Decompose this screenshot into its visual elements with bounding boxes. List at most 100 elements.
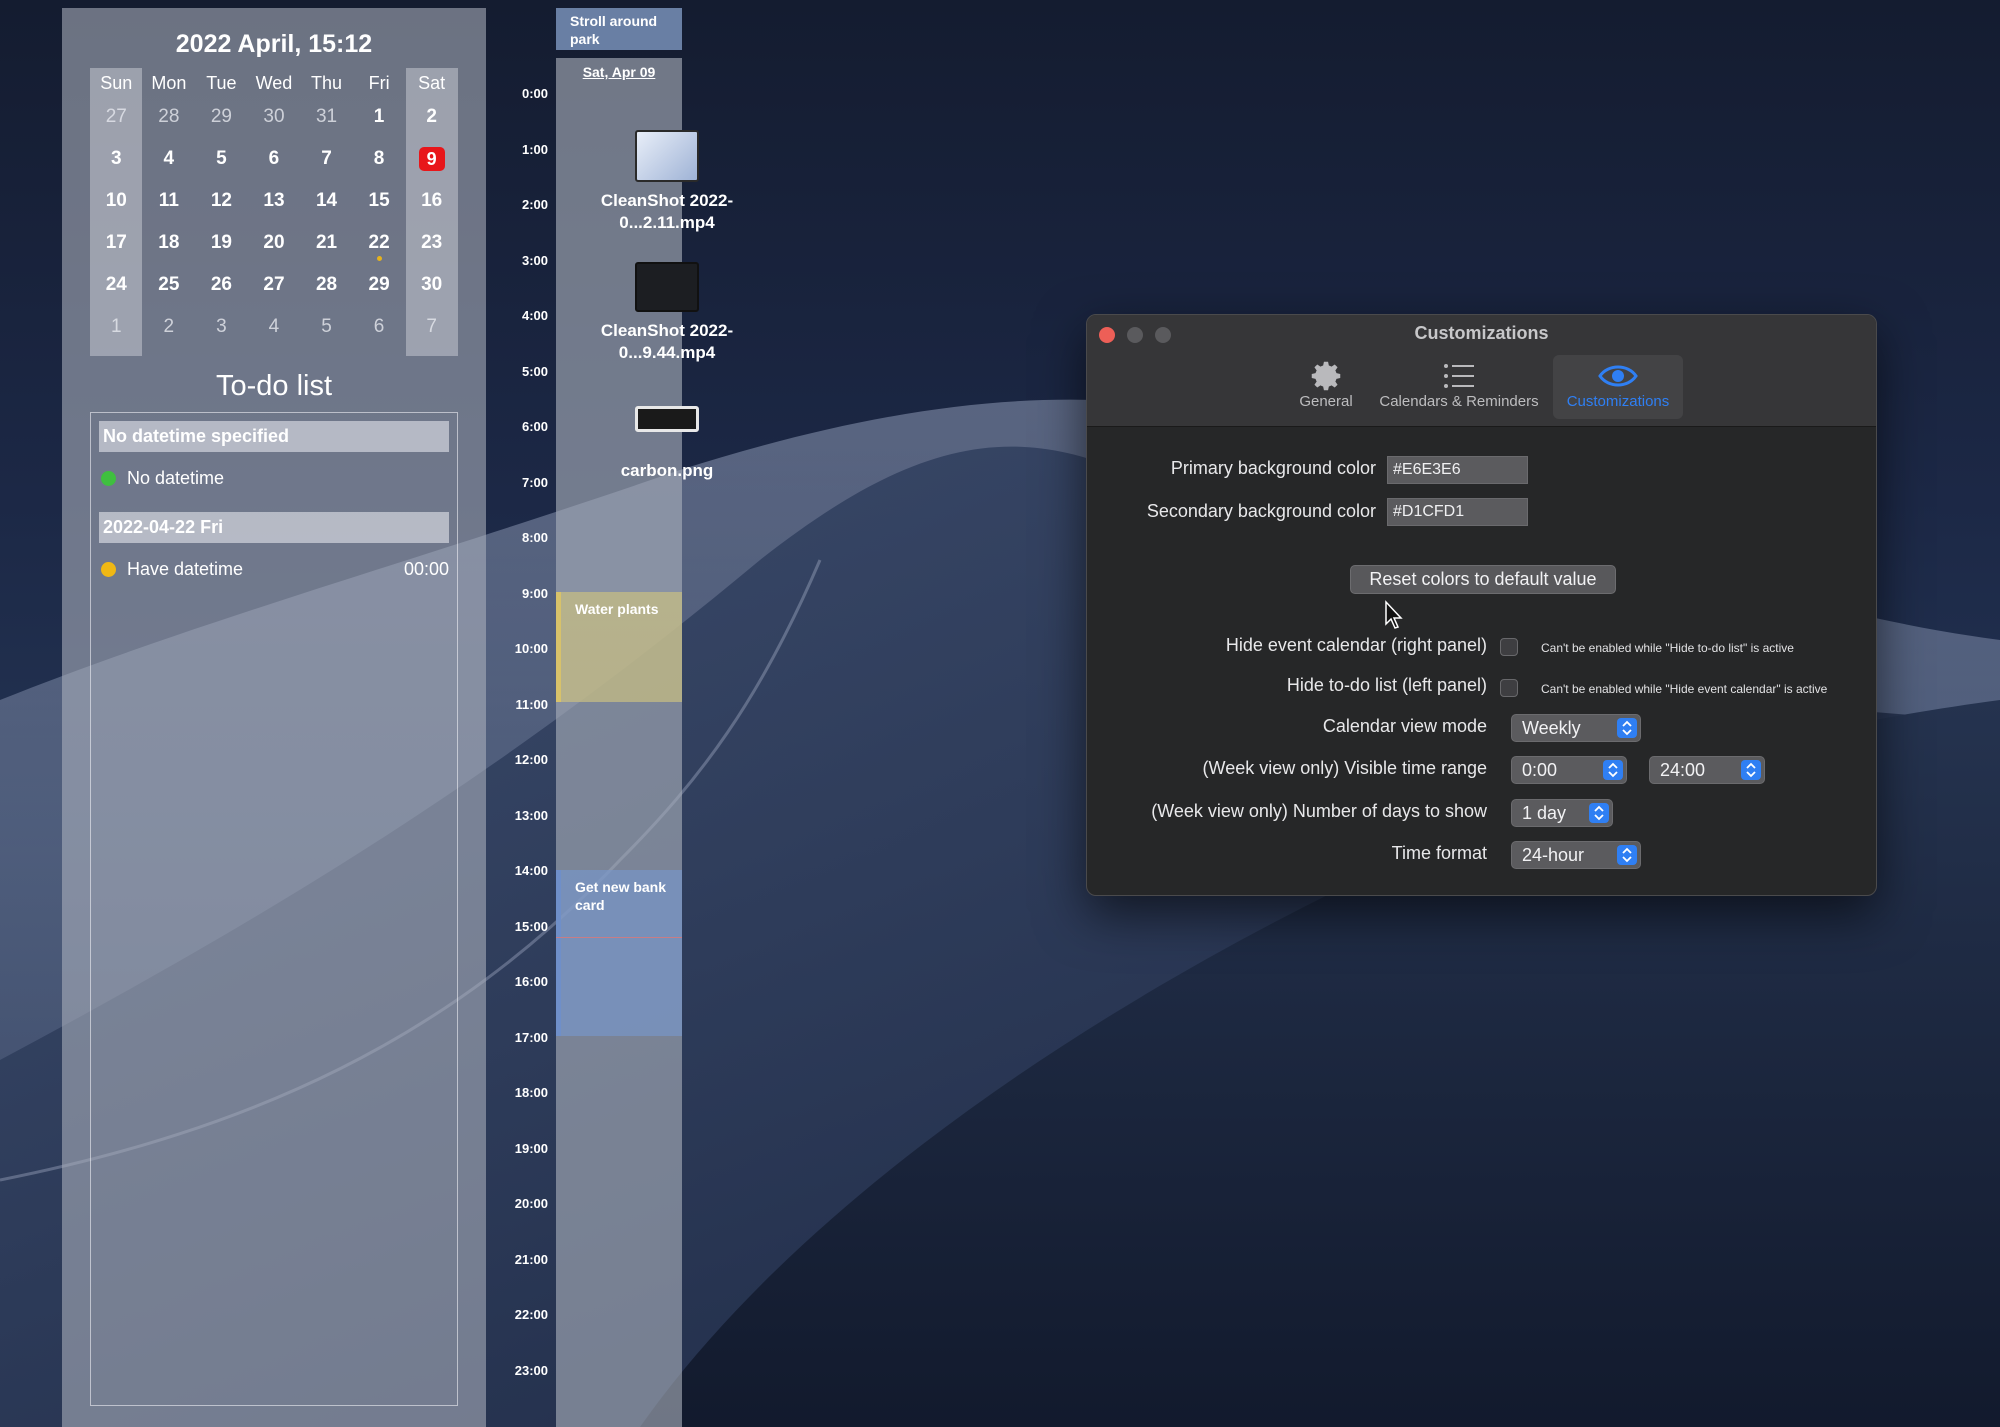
day-cell[interactable]: 10 bbox=[90, 190, 143, 212]
time-format-select[interactable]: 24-hour bbox=[1511, 841, 1641, 869]
day-cell[interactable]: 4 bbox=[143, 148, 196, 170]
primary-bg-color-field[interactable]: #E6E3E6 bbox=[1387, 456, 1528, 484]
window-toolbar: Customizations General Calendars & Remin… bbox=[1087, 315, 1876, 427]
day-cell[interactable]: 31 bbox=[300, 106, 353, 128]
week-row: 17 18 19 20 21 22 23 bbox=[90, 222, 458, 264]
time-range-start-select[interactable]: 0:00 bbox=[1511, 756, 1627, 784]
day-cell[interactable]: 29 bbox=[195, 106, 248, 128]
days-to-show-label: (Week view only) Number of days to show bbox=[1151, 801, 1487, 821]
status-dot-icon bbox=[101, 471, 116, 486]
tab-customizations[interactable]: Customizations bbox=[1553, 355, 1683, 419]
day-cell[interactable]: 3 bbox=[90, 148, 143, 170]
day-cell[interactable]: 29 bbox=[353, 274, 406, 296]
day-cell-today[interactable]: 9 bbox=[405, 147, 458, 171]
hour-label: 18:00 bbox=[514, 1085, 548, 1100]
day-cell[interactable]: 11 bbox=[143, 190, 196, 212]
image-thumbnail-icon bbox=[635, 406, 699, 432]
day-cell[interactable]: 27 bbox=[90, 106, 143, 128]
hide-event-calendar-checkbox[interactable] bbox=[1500, 638, 1518, 656]
day-cell[interactable]: 27 bbox=[248, 274, 301, 296]
day-cell[interactable]: 17 bbox=[90, 232, 143, 254]
tab-calendars-reminders[interactable]: Calendars & Reminders bbox=[1369, 355, 1549, 419]
day-cell[interactable]: 7 bbox=[405, 316, 458, 338]
day-cell[interactable]: 2 bbox=[405, 106, 458, 128]
day-cell[interactable]: 12 bbox=[195, 190, 248, 212]
day-cell[interactable]: 6 bbox=[248, 148, 301, 170]
days-to-show-select[interactable]: 1 day bbox=[1511, 799, 1613, 827]
day-cell[interactable]: 5 bbox=[300, 316, 353, 338]
day-cell[interactable]: 4 bbox=[248, 316, 301, 338]
hide-event-calendar-label: Hide event calendar (right panel) bbox=[1225, 635, 1487, 655]
time-format-label: Time format bbox=[1391, 843, 1487, 863]
day-cell[interactable]: 14 bbox=[300, 190, 353, 212]
reset-colors-button[interactable]: Reset colors to default value bbox=[1350, 565, 1616, 594]
time-range-end-select[interactable]: 24:00 bbox=[1649, 756, 1765, 784]
secondary-bg-label: Secondary background color bbox=[1146, 501, 1376, 521]
day-cell[interactable]: 18 bbox=[143, 232, 196, 254]
time-range-end-value: 24:00 bbox=[1660, 760, 1706, 780]
customizations-window: Customizations General Calendars & Remin… bbox=[1086, 314, 1877, 896]
day-cell[interactable]: 26 bbox=[195, 274, 248, 296]
day-cell[interactable]: 19 bbox=[195, 232, 248, 254]
day-cell[interactable]: 5 bbox=[195, 148, 248, 170]
desktop-file[interactable]: CleanShot 2022-0...9.44.mp4 bbox=[577, 262, 757, 364]
time-format-value: 24-hour bbox=[1522, 845, 1585, 865]
day-header[interactable]: Sat, Apr 09 bbox=[556, 64, 682, 80]
calendar-event[interactable]: Water plants bbox=[556, 592, 682, 702]
hide-todo-hint: Can't be enabled while "Hide event calen… bbox=[1541, 682, 1828, 696]
day-cell[interactable]: 24 bbox=[90, 274, 143, 296]
todo-list: No datetime specified No datetime 2022-0… bbox=[90, 412, 458, 1406]
secondary-bg-color-field[interactable]: #D1CFD1 bbox=[1387, 498, 1528, 526]
todo-item[interactable]: No datetime bbox=[91, 452, 457, 504]
view-mode-select[interactable]: Weekly bbox=[1511, 714, 1641, 742]
day-cell[interactable]: 13 bbox=[248, 190, 301, 212]
all-day-event[interactable]: Stroll around park bbox=[556, 8, 682, 50]
tab-general[interactable]: General bbox=[1283, 355, 1369, 419]
calendar-title: 2022 April, 15:12 bbox=[175, 30, 373, 58]
day-cell-with-event[interactable]: 22 bbox=[353, 232, 406, 261]
calendar-event[interactable]: Get new bank card bbox=[556, 870, 682, 1036]
day-cell[interactable]: 30 bbox=[405, 274, 458, 296]
hide-event-calendar-hint: Can't be enabled while "Hide to-do list"… bbox=[1541, 641, 1794, 655]
hide-todo-checkbox[interactable] bbox=[1500, 679, 1518, 697]
day-cell[interactable]: 16 bbox=[405, 190, 458, 212]
weekday-label: Fri bbox=[368, 72, 390, 93]
todo-section-header: 2022-04-22 Fri bbox=[99, 512, 449, 543]
todo-item[interactable]: Have datetime 00:00 bbox=[91, 543, 457, 595]
day-cell[interactable]: 21 bbox=[300, 232, 353, 254]
day-cell[interactable]: 28 bbox=[300, 274, 353, 296]
tab-label: General bbox=[1299, 393, 1353, 410]
hour-label: 17:00 bbox=[514, 1029, 548, 1045]
hour-label: 9:00 bbox=[521, 585, 548, 601]
video-thumbnail-icon bbox=[635, 262, 699, 312]
weekday-label: Tue bbox=[206, 72, 237, 93]
time-range-start-value: 0:00 bbox=[1522, 760, 1558, 780]
day-cell[interactable]: 25 bbox=[143, 274, 196, 296]
desktop-file[interactable]: CleanShot 2022-0...2.11.mp4 bbox=[577, 130, 757, 234]
day-cell[interactable]: 28 bbox=[143, 106, 196, 128]
desktop-file[interactable]: carbon.png bbox=[577, 406, 757, 482]
todo-section-header: No datetime specified bbox=[99, 421, 449, 452]
todo-title: To-do list bbox=[215, 370, 333, 402]
day-cell[interactable]: 3 bbox=[195, 316, 248, 338]
updown-arrows-icon bbox=[1617, 845, 1637, 865]
weekday-label: Thu bbox=[311, 72, 343, 93]
day-cell[interactable]: 1 bbox=[90, 316, 143, 338]
week-row: 3 4 5 6 7 8 9 bbox=[90, 138, 458, 180]
day-cell[interactable]: 7 bbox=[300, 148, 353, 170]
day-cell[interactable]: 20 bbox=[248, 232, 301, 254]
day-cell[interactable]: 30 bbox=[248, 106, 301, 128]
day-cell[interactable]: 23 bbox=[405, 232, 458, 254]
hour-label: 13:00 bbox=[514, 807, 548, 823]
day-cell[interactable]: 15 bbox=[353, 190, 406, 212]
day-cell[interactable]: 6 bbox=[353, 316, 406, 338]
event-dot bbox=[377, 256, 383, 261]
hour-label: 2:00 bbox=[521, 197, 548, 212]
day-cell[interactable]: 2 bbox=[143, 316, 196, 338]
mouse-cursor-icon bbox=[1384, 600, 1404, 635]
day-cell[interactable]: 8 bbox=[353, 148, 406, 170]
day-cell[interactable]: 1 bbox=[353, 106, 406, 128]
hour-label: 21:00 bbox=[514, 1251, 548, 1267]
hour-label: 19:00 bbox=[514, 1140, 548, 1156]
month-grid: Sun Mon Tue Wed Thu Fri Sat 27 28 29 30 … bbox=[90, 70, 458, 348]
